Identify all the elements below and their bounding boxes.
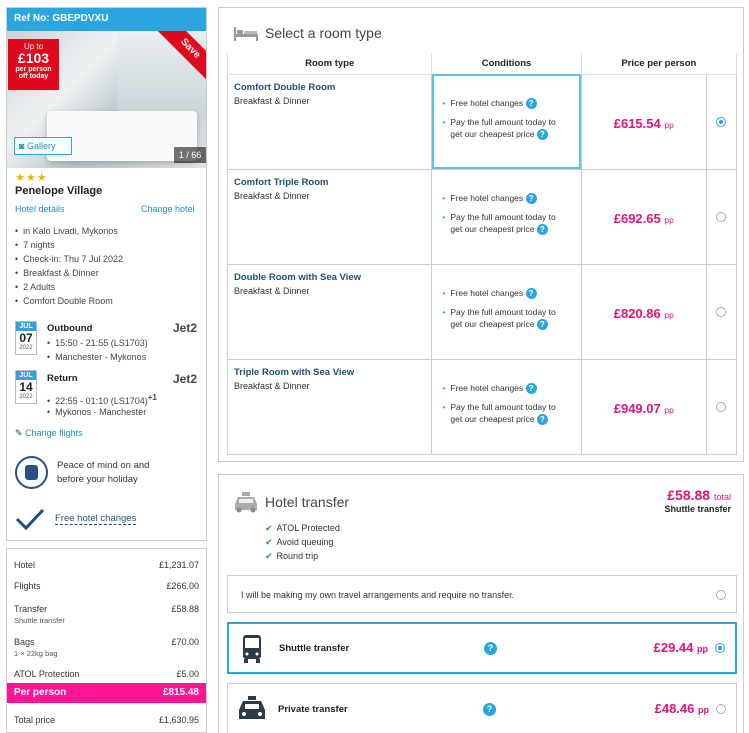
room-radio[interactable]	[716, 211, 727, 222]
price-summary: Hotel £1,231.07 Flights £266.00 Transfer £5…	[6, 548, 207, 733]
list-item: 2 Adults	[15, 280, 123, 294]
room-price: £949.07 pp	[613, 400, 674, 416]
summary-bags: Bags £70.00 1 × 22kg bag	[14, 637, 199, 658]
help-icon[interactable]: ?	[525, 192, 537, 204]
taxi-icon	[235, 492, 257, 513]
list-item: in Kalo Livadi, Mykonos	[15, 224, 123, 238]
no-transfer-option[interactable]: I will be making my own travel arrangeme…	[227, 575, 737, 613]
room-section-title: Select a room type	[265, 25, 382, 41]
help-icon[interactable]: ?	[536, 129, 548, 140]
outbound-title: Outbound	[47, 323, 93, 334]
summary-flights: Flights £266.00	[14, 581, 199, 591]
outbound-date-icon: JUL 07 2022	[15, 321, 37, 355]
pencil-icon: ✎	[15, 428, 23, 438]
gallery-button[interactable]: ◙ Gallery	[14, 137, 72, 155]
room-price: £615.54 pp	[613, 115, 674, 131]
room-name: Triple Room with Sea View	[234, 366, 355, 378]
return-date-icon: JUL 14 2022	[15, 370, 37, 404]
room-board: Breakfast & Dinner	[234, 380, 310, 391]
room-price: £820.86 pp	[613, 305, 674, 321]
return-title: Return	[47, 373, 78, 384]
help-icon[interactable]: ?	[484, 642, 497, 655]
room-board: Breakfast & Dinner	[234, 190, 310, 201]
summary-per-person: Per person £815.48	[7, 683, 206, 703]
private-radio[interactable]	[716, 704, 726, 714]
discount-badge: Up to £103 per person off today	[8, 39, 59, 90]
no-transfer-radio[interactable]	[716, 590, 726, 600]
room-price: £692.65 pp	[613, 210, 674, 226]
taxi-icon	[239, 696, 265, 719]
room-type-panel: Select a room type Room type Conditions …	[218, 7, 744, 462]
photo-counter: 1 / 66	[174, 147, 206, 163]
shuttle-transfer-option[interactable]: Shuttle transfer ? £29.44 pp	[227, 622, 737, 674]
transfer-features: ATOL Protected Avoid queuing Round trip	[265, 521, 340, 563]
col-conditions: Conditions	[431, 53, 582, 75]
checkmark-icon	[15, 508, 45, 530]
room-name: Comfort Triple Room	[234, 176, 329, 188]
list-item: Comfort Double Room	[15, 294, 123, 308]
help-icon[interactable]: ?	[525, 382, 537, 394]
help-icon[interactable]: ?	[525, 287, 537, 299]
summary-transfer: Transfer £58.88 Shuttle transfer	[14, 604, 199, 625]
bus-icon	[243, 635, 261, 663]
list-item: Avoid queuing	[265, 535, 340, 549]
help-icon[interactable]: ?	[536, 414, 548, 425]
table-row[interactable]: Comfort Triple RoomBreakfast & Dinner Fr…	[226, 168, 738, 265]
jet2-logo: Jet2	[173, 372, 198, 386]
change-hotel-link[interactable]: Change hotel	[141, 204, 195, 214]
summary-hotel: Hotel £1,231.07	[14, 560, 199, 570]
peace-of-mind-text: Peace of mind on and before your holiday	[57, 460, 150, 485]
hotel-photo[interactable]: Up to £103 per person off today Save ◙ G…	[7, 31, 206, 168]
room-board: Breakfast & Dinner	[234, 95, 310, 106]
col-price: Price per person	[580, 53, 738, 75]
booking-info-list: in Kalo Livadi, Mykonos 7 nights Check-i…	[15, 224, 123, 308]
free-hotel-changes-link[interactable]: Free hotel changes	[55, 513, 137, 525]
return-route: • Mykonos - Manchester	[47, 407, 147, 417]
help-icon[interactable]: ?	[525, 97, 537, 109]
transfer-section-title: Hotel transfer	[265, 494, 350, 510]
table-row[interactable]: Comfort Double RoomBreakfast & Dinner Fr…	[226, 73, 738, 170]
room-radio[interactable]	[716, 401, 727, 412]
table-row[interactable]: Triple Room with Sea View Breakfast & Din…	[226, 358, 738, 455]
list-item: Check-in: Thu 7 Jul 2022	[15, 252, 123, 266]
room-board: Breakfast & Dinner	[234, 285, 310, 296]
help-icon[interactable]: ?	[483, 703, 496, 716]
booking-summary-panel: Ref No: GBEPDVXU Up to £103 per person o…	[6, 7, 207, 541]
bed-icon	[234, 27, 258, 41]
shuttle-radio[interactable]	[715, 643, 725, 653]
outbound-route: • Manchester - Mykonos	[47, 352, 147, 362]
star-rating: ★★★	[15, 172, 48, 184]
hotel-transfer-panel: Hotel transfer £58.88 total Shuttle tran…	[218, 474, 744, 733]
summary-total: Total price £1,630.95	[14, 715, 199, 725]
booking-ref: Ref No: GBEPDVXU	[7, 8, 206, 31]
private-transfer-option[interactable]: Private transfer ? £48.46 pp	[227, 683, 737, 733]
room-name: Double Room with Sea View	[234, 271, 362, 283]
jet2-logo: Jet2	[173, 321, 198, 335]
transfer-total-price: £58.88 total Shuttle transfer	[664, 487, 731, 514]
outbound-time: • 15:50 - 21:55 (LS1703)	[47, 338, 148, 348]
room-radio[interactable]	[716, 306, 727, 317]
summary-atol: ATOL Protection £5.00	[14, 669, 199, 679]
table-row[interactable]: Double Room with Sea View Breakfast & Din…	[226, 263, 738, 360]
list-item: 7 nights	[15, 238, 123, 252]
list-item: Round trip	[265, 549, 340, 563]
list-item: ATOL Protected	[265, 521, 340, 535]
list-item: Breakfast & Dinner	[15, 266, 123, 280]
hotel-name: Penelope Village	[15, 185, 103, 197]
help-icon[interactable]: ?	[536, 224, 548, 235]
help-icon[interactable]: ?	[536, 319, 548, 330]
hotel-details-link[interactable]: Hotel details	[15, 204, 65, 214]
atol-badge-icon	[15, 456, 48, 489]
change-flights-link[interactable]: ✎ Change flights	[15, 428, 83, 439]
room-name: Comfort Double Room	[234, 81, 336, 93]
col-room-type: Room type	[226, 53, 433, 75]
room-radio[interactable]	[716, 116, 727, 127]
camera-icon: ◙	[19, 141, 25, 151]
room-table: Room type Conditions Price per person Co…	[226, 53, 738, 455]
